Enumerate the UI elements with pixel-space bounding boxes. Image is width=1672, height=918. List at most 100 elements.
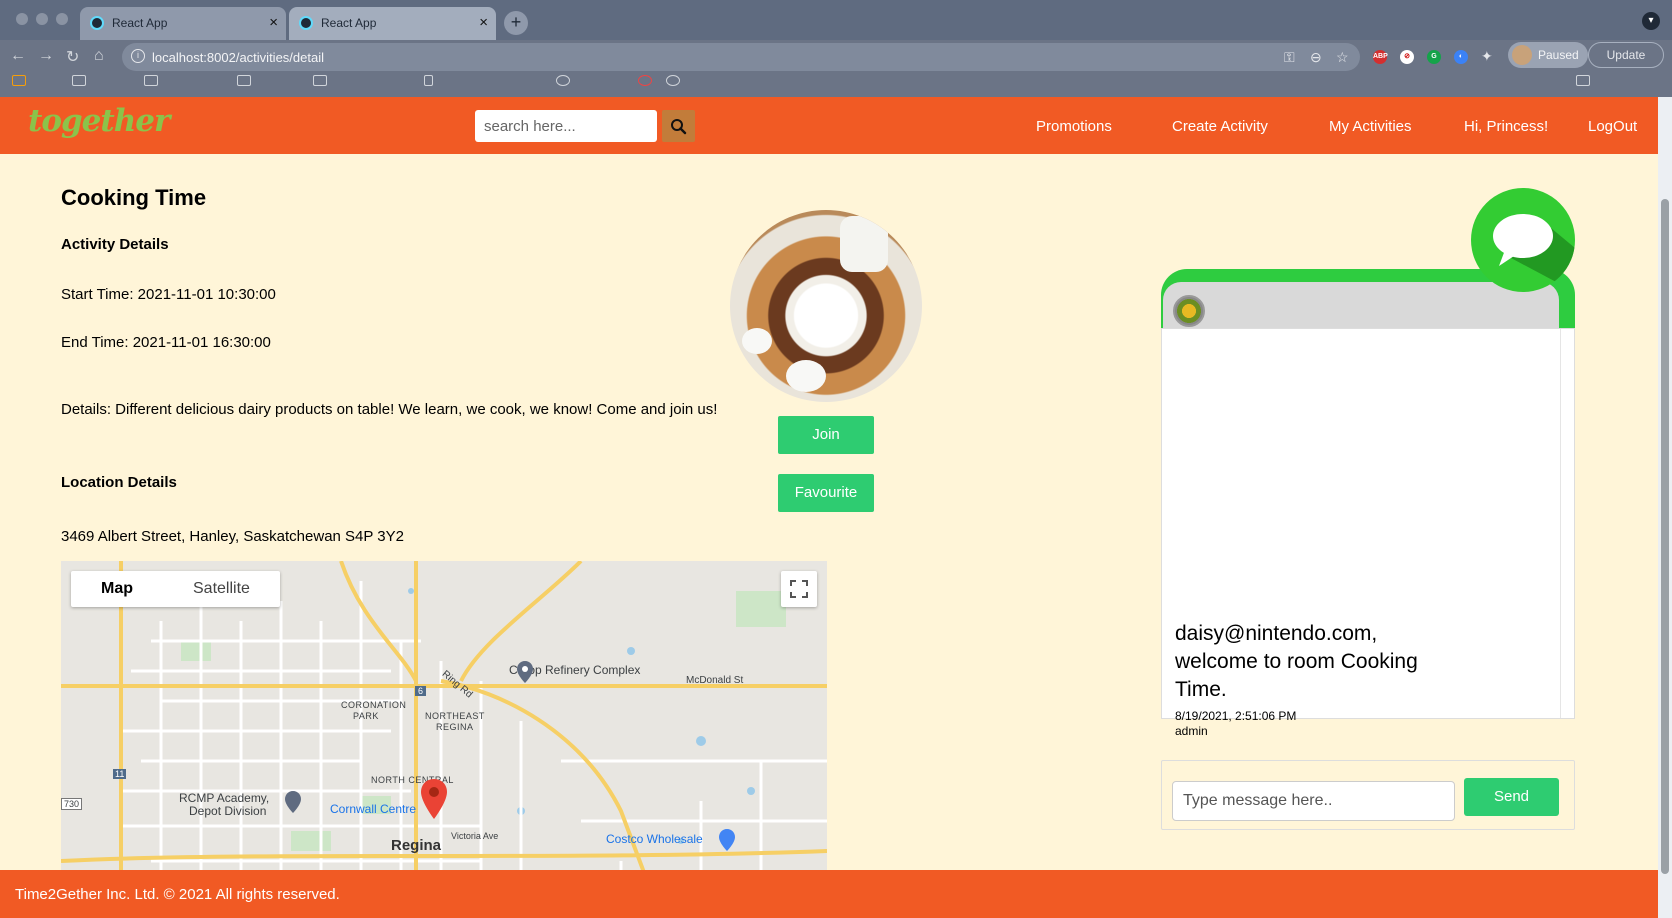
close-icon[interactable]: × [479, 14, 488, 31]
map-label: Costco Wholesale [606, 832, 703, 846]
join-button[interactable]: Join [778, 416, 874, 454]
zoom-icon[interactable]: ⊖ [1310, 49, 1322, 66]
search-button[interactable] [662, 110, 695, 142]
new-tab-button[interactable]: + [504, 11, 528, 35]
avatar [1512, 45, 1532, 65]
chat-toggle-button[interactable] [1471, 188, 1575, 292]
chat-scrollbar[interactable] [1560, 329, 1574, 718]
tab-search-icon[interactable]: ▾ [1642, 12, 1660, 30]
highway-shield: 6 [415, 686, 427, 696]
folder-icon[interactable] [72, 75, 86, 86]
tab-title: React App [321, 16, 377, 30]
apps-bookmark-icon[interactable] [12, 75, 26, 86]
location-details-heading: Location Details [61, 474, 177, 491]
map-poi-icon[interactable] [285, 791, 301, 813]
adblock-extension-icon[interactable]: ABP [1373, 50, 1388, 64]
map-label: PARK [353, 711, 379, 721]
url-text: localhost:8002/activities/detail [152, 50, 324, 65]
map-type-control: Map Satellite [71, 571, 280, 607]
activity-title: Cooking Time [61, 185, 207, 210]
map-label: CORONATION [341, 700, 407, 710]
nav-create-activity[interactable]: Create Activity [1172, 118, 1268, 135]
chat-message-text: daisy@nintendo.com, welcome to room Cook… [1175, 622, 1418, 701]
chat-panel: daisy@nintendo.com, welcome to room Cook… [1161, 269, 1575, 738]
map-poi-icon[interactable] [517, 661, 533, 683]
footer-copyright: Time2Gether Inc. Ltd. © 2021 All rights … [15, 886, 340, 903]
map-type-map-button[interactable]: Map [71, 571, 163, 607]
nav-promotions[interactable]: Promotions [1036, 118, 1112, 135]
search-icon [671, 119, 687, 135]
back-icon[interactable]: ← [10, 47, 26, 65]
activity-image [730, 210, 922, 402]
nav-logout[interactable]: LogOut [1588, 118, 1637, 135]
close-icon[interactable]: × [269, 14, 278, 31]
location-pin-icon[interactable] [421, 779, 447, 819]
scrollbar-thumb[interactable] [1661, 199, 1669, 874]
shopping-poi-icon[interactable] [719, 829, 735, 851]
profile-button[interactable]: Paused [1508, 42, 1588, 68]
window-zoom-button[interactable] [56, 13, 68, 25]
fullscreen-button[interactable] [781, 571, 817, 607]
browser-toolbar: ← → ↻ ⌂ i localhost:8002/activities/deta… [0, 40, 1672, 105]
highway-shield: 11 [113, 769, 127, 779]
activity-description: Details: Different delicious dairy produ… [61, 401, 718, 418]
forward-icon[interactable]: → [38, 47, 54, 65]
favourite-button[interactable]: Favourite [778, 474, 874, 512]
chat-messages[interactable]: daisy@nintendo.com, welcome to room Cook… [1161, 328, 1575, 738]
page: together Promotions Create Activity My A… [0, 97, 1658, 918]
logo[interactable]: together [28, 103, 170, 139]
map-label: Cornwall Centre [330, 802, 417, 816]
profile-status: Paused [1538, 48, 1579, 62]
map-label: REGINA [436, 722, 474, 732]
search-input[interactable] [475, 110, 657, 142]
key-icon[interactable]: ⚿ [1284, 49, 1295, 66]
react-icon [90, 16, 104, 30]
window-close-button[interactable] [16, 13, 28, 25]
tab-title: React App [112, 16, 168, 30]
chat-bubble-icon [1493, 214, 1575, 292]
nav-my-activities[interactable]: My Activities [1329, 118, 1412, 135]
top-navbar: together Promotions Create Activity My A… [0, 97, 1658, 154]
document-bookmark-icon[interactable] [424, 75, 433, 86]
address-bar[interactable]: i localhost:8002/activities/detail ⚿ ⊖ ☆ [122, 43, 1360, 71]
home-icon[interactable]: ⌂ [94, 47, 104, 65]
send-button[interactable]: Send [1464, 778, 1559, 816]
chat-message-sender: admin [1175, 724, 1208, 738]
window-minimize-button[interactable] [36, 13, 48, 25]
map-label: NORTHEAST [425, 711, 485, 721]
record-bookmark-icon[interactable] [638, 75, 652, 86]
map-label: Regina [391, 837, 442, 854]
map-tiles [61, 561, 827, 918]
fullscreen-icon [790, 580, 808, 598]
map-label: Victoria Ave [451, 831, 499, 841]
folder-icon[interactable] [313, 75, 327, 86]
browser-tab-bar: React App × React App × + ▾ [0, 0, 1672, 40]
nav-user-greeting[interactable]: Hi, Princess! [1464, 118, 1548, 135]
page-scrollbar[interactable] [1658, 97, 1672, 918]
chat-header [1163, 282, 1559, 328]
location-map[interactable]: Co-op Refinery Complex McDonald St Ring … [61, 561, 827, 918]
chat-message-timestamp: 8/19/2021, 2:51:06 PM [1175, 709, 1297, 723]
folder-icon[interactable] [237, 75, 251, 86]
highway-shield: 730 [61, 798, 83, 810]
folder-icon[interactable] [144, 75, 158, 86]
grammarly-extension-icon[interactable]: G [1427, 50, 1441, 64]
reading-list-icon[interactable] [1576, 75, 1590, 86]
update-button[interactable]: Update [1588, 42, 1664, 68]
github-icon[interactable] [666, 75, 680, 86]
chat-message-input[interactable] [1172, 781, 1455, 821]
map-type-satellite-button[interactable]: Satellite [163, 571, 280, 607]
browser-tab-1[interactable]: React App × [80, 7, 286, 40]
footer: Time2Gether Inc. Ltd. © 2021 All rights … [0, 870, 1658, 918]
map-label: McDonald St [686, 675, 744, 686]
sync-extension-icon[interactable]: ◐ [1454, 50, 1468, 64]
end-time: End Time: 2021-11-01 16:30:00 [61, 334, 271, 351]
block-extension-icon[interactable]: ⊘ [1400, 50, 1414, 64]
github-icon[interactable] [556, 75, 570, 86]
avatar [1173, 295, 1205, 327]
browser-tab-2[interactable]: React App × [289, 7, 496, 40]
bookmark-star-icon[interactable]: ☆ [1336, 49, 1349, 66]
reload-icon[interactable]: ↻ [66, 47, 79, 67]
extensions-puzzle-icon[interactable]: ✦ [1481, 48, 1493, 65]
site-info-icon[interactable]: i [131, 49, 145, 63]
